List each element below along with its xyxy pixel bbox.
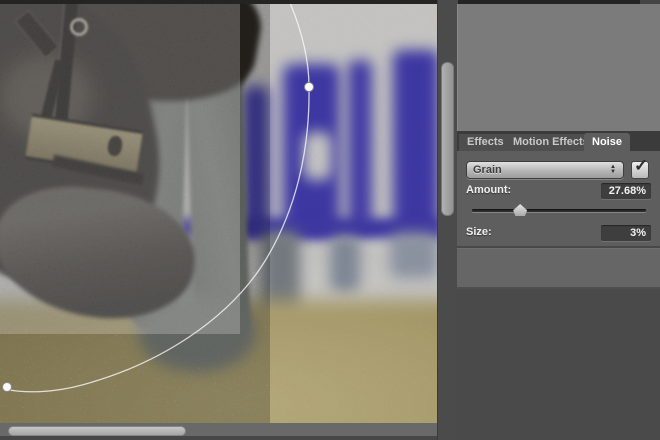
- blur-ring-handle: [2, 382, 12, 392]
- blur-ring-overlay[interactable]: [0, 4, 437, 423]
- tab-noise[interactable]: Noise: [584, 133, 630, 151]
- vertical-scrollbar-track[interactable]: [437, 0, 458, 440]
- amount-slider[interactable]: [472, 204, 646, 216]
- blur-gallery-window: o Cz R: [0, 0, 660, 440]
- noise-type-dropdown[interactable]: Grain ▲ ▼: [466, 161, 624, 179]
- blur-ring-handle: [304, 82, 314, 92]
- checkmark-icon: ✓: [634, 156, 649, 175]
- amount-value[interactable]: 27.68%: [601, 183, 651, 199]
- noise-type-value: Grain: [473, 164, 502, 176]
- noise-enabled-checkbox[interactable]: ✓: [631, 156, 649, 179]
- size-value[interactable]: 3%: [601, 225, 651, 241]
- size-label: Size:: [466, 226, 492, 238]
- panel-tabs: Effects Motion Effects Noise: [457, 131, 660, 151]
- noise-panel: Effects Motion Effects Noise Grain ▲ ▼ ✓ …: [457, 4, 660, 440]
- horizontal-scrollbar-thumb[interactable]: [8, 426, 186, 436]
- amount-label: Amount:: [466, 184, 512, 196]
- horizontal-scrollbar-track[interactable]: [0, 423, 437, 436]
- panel-footer-area: [457, 249, 660, 287]
- vertical-scrollbar-thumb[interactable]: [441, 62, 454, 216]
- panel-empty-area: [457, 4, 660, 131]
- amount-slider-thumb[interactable]: [513, 204, 528, 216]
- image-canvas[interactable]: o Cz R: [0, 4, 437, 423]
- bottom-edge-bar: [0, 436, 457, 440]
- blur-ring-path: [3, 4, 310, 393]
- dropdown-arrows-icon: ▲ ▼: [610, 164, 616, 175]
- panel-lower-area: [457, 289, 660, 440]
